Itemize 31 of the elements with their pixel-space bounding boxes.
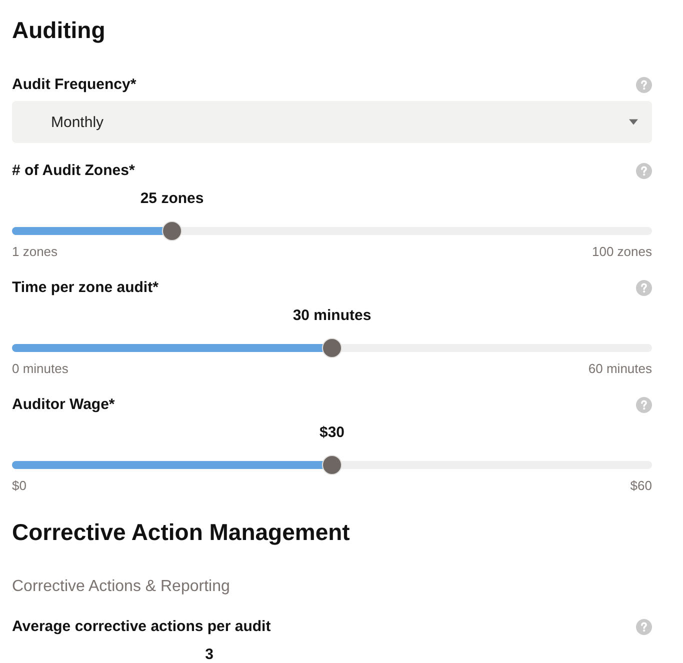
- help-icon[interactable]: [636, 77, 652, 93]
- slider-max-label: 100 zones: [592, 244, 652, 260]
- slider-thumb[interactable]: [162, 221, 182, 241]
- section-subtitle: Corrective Actions & Reporting: [12, 577, 230, 597]
- section-title: Corrective Action Management: [12, 518, 350, 546]
- slider-value: 30 minutes: [292, 307, 372, 325]
- field-label: # of Audit Zones*: [12, 161, 135, 181]
- section-title: Auditing: [12, 16, 106, 44]
- slider-value: 3: [205, 646, 214, 663]
- help-icon[interactable]: [636, 397, 652, 413]
- slider-max-label: 60 minutes: [588, 361, 652, 377]
- field-label: Auditor Wage*: [12, 395, 115, 415]
- help-icon[interactable]: [636, 163, 652, 179]
- help-icon[interactable]: [636, 280, 652, 296]
- slider-value: $30: [319, 424, 345, 442]
- slider-min-label: $0: [12, 478, 26, 494]
- slider-thumb[interactable]: [322, 455, 342, 475]
- slider-min-label: 1 zones: [12, 244, 58, 260]
- slider-min-label: 0 minutes: [12, 361, 68, 377]
- slider-track[interactable]: [12, 338, 652, 358]
- field-label: Average corrective actions per audit: [12, 617, 271, 637]
- slider-max-label: $60: [630, 478, 652, 494]
- frequency-select[interactable]: Monthly: [12, 101, 652, 143]
- caret-icon: [629, 119, 638, 125]
- help-icon[interactable]: [636, 619, 652, 635]
- slider-thumb[interactable]: [322, 338, 342, 358]
- slider-track[interactable]: [12, 455, 652, 475]
- field-label: Audit Frequency*: [12, 75, 136, 95]
- slider-track[interactable]: [12, 221, 652, 241]
- slider-value: 25 zones: [140, 190, 204, 208]
- field-label: Time per zone audit*: [12, 278, 158, 298]
